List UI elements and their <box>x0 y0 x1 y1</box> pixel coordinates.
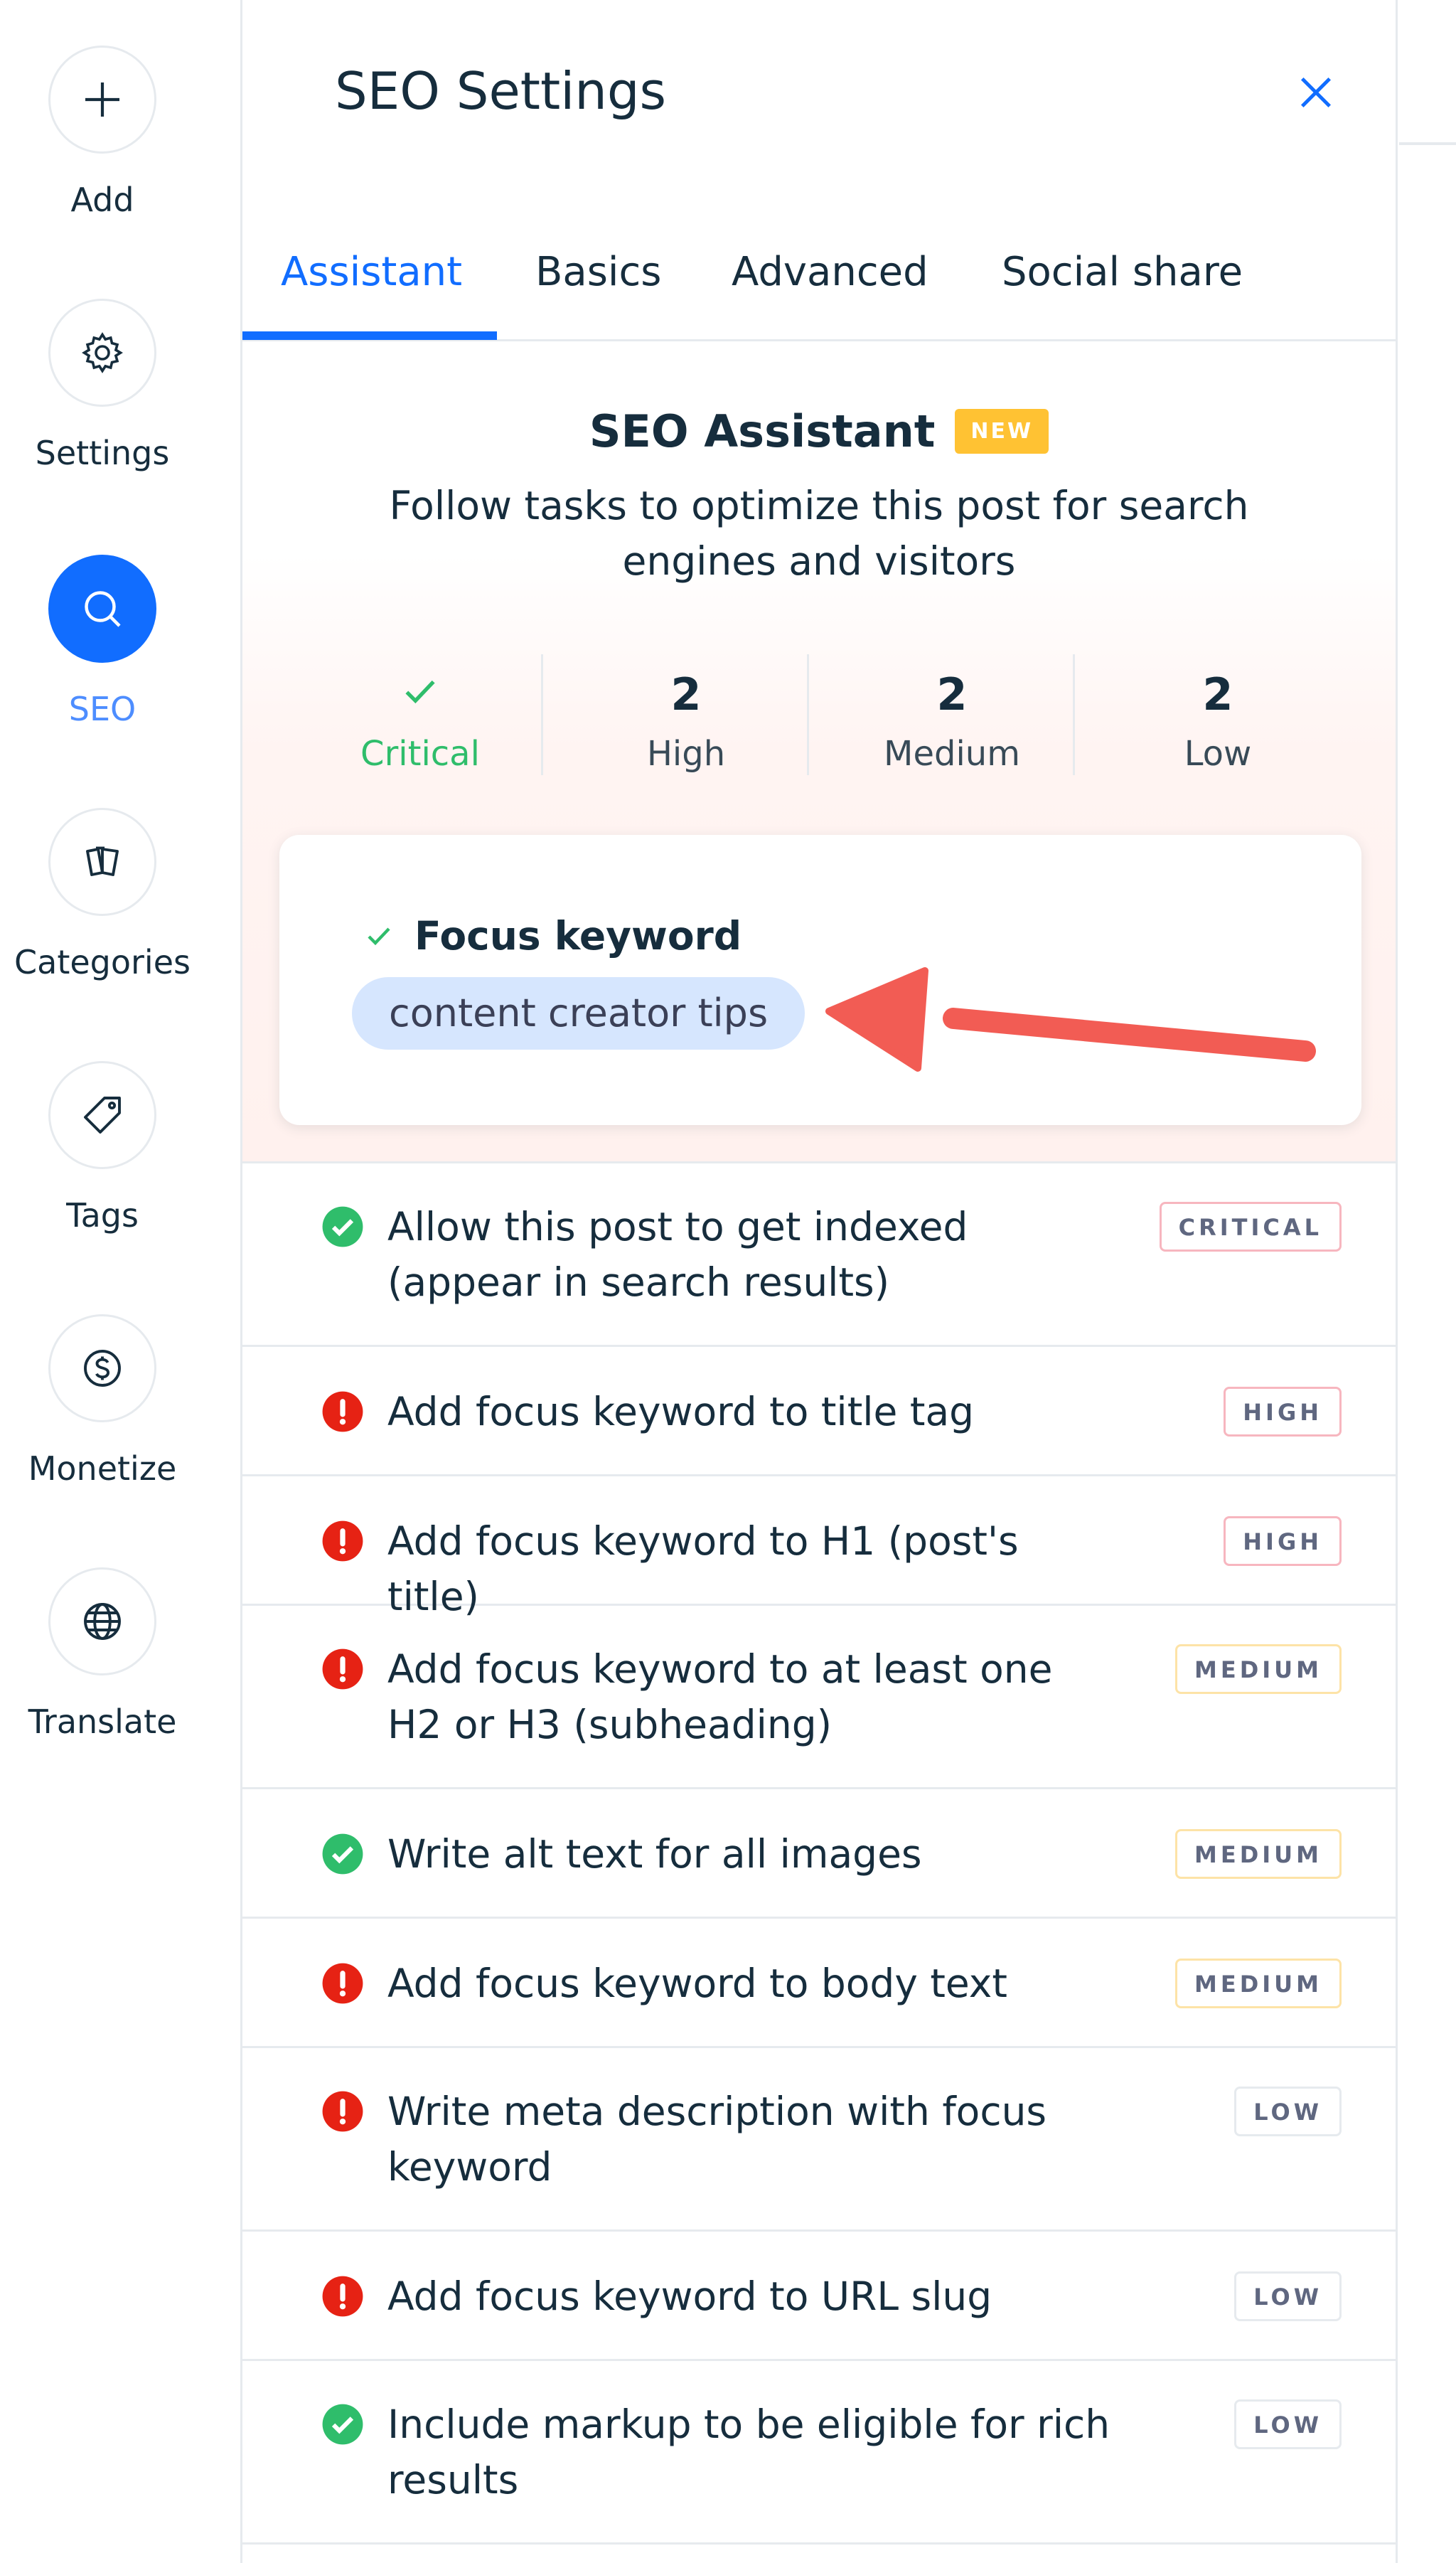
task-list: Allow this post to get indexed (appear i… <box>242 1163 1396 2545</box>
globe-icon <box>48 1567 156 1675</box>
panel-title: SEO Settings <box>335 61 667 121</box>
tab-basics[interactable]: Basics <box>535 249 661 295</box>
count-divider <box>1073 654 1075 775</box>
rail-label-seo: SEO <box>68 690 136 728</box>
count-label-low: Low <box>1184 734 1252 774</box>
rail-item-translate[interactable]: Translate <box>0 1567 205 1781</box>
active-tab-indicator <box>242 331 497 340</box>
count-value-high: 2 <box>670 668 702 720</box>
close-icon <box>1300 77 1332 108</box>
error-alert-icon <box>322 1520 363 1562</box>
assistant-title-row: SEO Assistant NEW <box>242 405 1396 457</box>
task-text: Add focus keyword to body text <box>387 1961 1007 2006</box>
priority-badge: MEDIUM <box>1175 1829 1342 1879</box>
rail-label-categories: Categories <box>14 943 191 981</box>
seo-assistant-summary: SEO Assistant NEW Follow tasks to optimi… <box>242 341 1396 1163</box>
count-low: 2 Low <box>1086 654 1350 775</box>
tab-social-share[interactable]: Social share <box>1002 249 1243 295</box>
rail-item-categories[interactable]: Categories <box>0 808 205 1021</box>
rail-item-settings[interactable]: Settings <box>0 299 205 512</box>
task-text: Add focus keyword to title tag <box>387 1389 975 1434</box>
task-row[interactable]: Add focus keyword to URL slug LOW <box>242 2232 1396 2361</box>
focus-keyword-header: Focus keyword <box>362 913 742 959</box>
tab-bar: Assistant Basics Advanced Social share <box>242 235 1396 341</box>
tag-icon <box>48 1061 156 1169</box>
count-label-high: High <box>646 734 726 774</box>
task-row[interactable]: Add focus keyword to body text MEDIUM <box>242 1919 1396 2048</box>
error-alert-icon <box>322 1391 363 1432</box>
count-divider <box>541 654 543 775</box>
focus-keyword-label: Focus keyword <box>414 913 742 959</box>
count-divider <box>807 654 809 775</box>
task-row[interactable]: Write meta description with focus keywor… <box>242 2048 1396 2232</box>
success-check-icon <box>322 2404 363 2445</box>
priority-badge: HIGH <box>1224 1516 1342 1566</box>
error-alert-icon <box>322 2276 363 2317</box>
tab-assistant[interactable]: Assistant <box>281 249 462 295</box>
background-divider <box>1399 142 1456 145</box>
priority-badge: HIGH <box>1224 1387 1342 1437</box>
error-alert-icon <box>322 1648 363 1690</box>
task-row[interactable]: Add focus keyword to title tag HIGH <box>242 1347 1396 1476</box>
task-row[interactable]: Add focus keyword to at least one H2 or … <box>242 1606 1396 1789</box>
left-rail: Add Settings SEO Categories Tags Monetiz… <box>0 0 240 2563</box>
task-row[interactable]: Include markup to be eligible for rich r… <box>242 2361 1396 2545</box>
close-button[interactable] <box>1288 64 1344 121</box>
priority-badge: MEDIUM <box>1175 1644 1342 1694</box>
error-alert-icon <box>322 2091 363 2132</box>
checkmark-icon <box>368 927 390 946</box>
priority-badge: LOW <box>1234 2399 1342 2449</box>
focus-keyword-card: Focus keyword content creator tips <box>279 835 1361 1125</box>
task-text: Write alt text for all images <box>387 1831 922 1877</box>
seo-settings-panel: SEO Settings Assistant Basics Advanced S… <box>240 0 1398 2563</box>
rail-label-monetize: Monetize <box>28 1449 177 1488</box>
success-check-icon <box>322 1206 363 1247</box>
rail-label-translate: Translate <box>28 1703 177 1741</box>
count-value-low: 2 <box>1202 668 1233 720</box>
task-text: Include markup to be eligible for rich r… <box>387 2402 1110 2503</box>
count-value-medium: 2 <box>936 668 968 720</box>
count-medium: 2 Medium <box>820 654 1084 775</box>
task-text: Add focus keyword to URL slug <box>387 2274 992 2319</box>
rail-label-settings: Settings <box>35 434 170 472</box>
task-row[interactable]: Add focus keyword to H1 (post's title) H… <box>242 1476 1396 1619</box>
priority-badge: CRITICAL <box>1159 1202 1342 1252</box>
rail-item-tags[interactable]: Tags <box>0 1061 205 1274</box>
count-label-critical: Critical <box>360 734 480 774</box>
assistant-title: SEO Assistant <box>589 405 936 457</box>
rail-label-tags: Tags <box>66 1196 139 1235</box>
assistant-subtitle: Follow tasks to optimize this post for s… <box>389 483 1249 584</box>
gear-icon <box>48 299 156 407</box>
error-alert-icon <box>322 1963 363 2004</box>
task-text: Add focus keyword to at least one H2 or … <box>387 1646 1053 1747</box>
priority-badge: LOW <box>1234 2271 1342 2321</box>
focus-keyword-chip[interactable]: content creator tips <box>352 977 805 1050</box>
rail-item-add[interactable]: Add <box>0 46 205 259</box>
priority-badge: MEDIUM <box>1175 1959 1342 2008</box>
priority-badge: LOW <box>1234 2087 1342 2136</box>
count-label-medium: Medium <box>884 734 1020 774</box>
plus-icon <box>48 46 156 154</box>
count-high: 2 High <box>554 654 818 775</box>
search-icon <box>48 555 156 663</box>
tab-advanced[interactable]: Advanced <box>732 249 928 295</box>
count-critical: Critical <box>288 654 552 775</box>
rail-item-seo[interactable]: SEO <box>0 555 205 768</box>
rail-label-add: Add <box>70 181 134 219</box>
priority-counts: Critical 2 High 2 Medium 2 Low <box>242 654 1396 775</box>
success-check-icon <box>322 1833 363 1875</box>
task-text: Allow this post to get indexed (appear i… <box>387 1204 968 1305</box>
task-row[interactable]: Write alt text for all images MEDIUM <box>242 1789 1396 1919</box>
checkmark-icon <box>288 668 552 718</box>
task-text: Write meta description with focus keywor… <box>387 2089 1047 2190</box>
task-row[interactable]: Allow this post to get indexed (appear i… <box>242 1163 1396 1347</box>
categories-icon <box>48 808 156 916</box>
dollar-icon <box>48 1314 156 1422</box>
new-badge: NEW <box>955 409 1049 454</box>
rail-item-monetize[interactable]: Monetize <box>0 1314 205 1528</box>
